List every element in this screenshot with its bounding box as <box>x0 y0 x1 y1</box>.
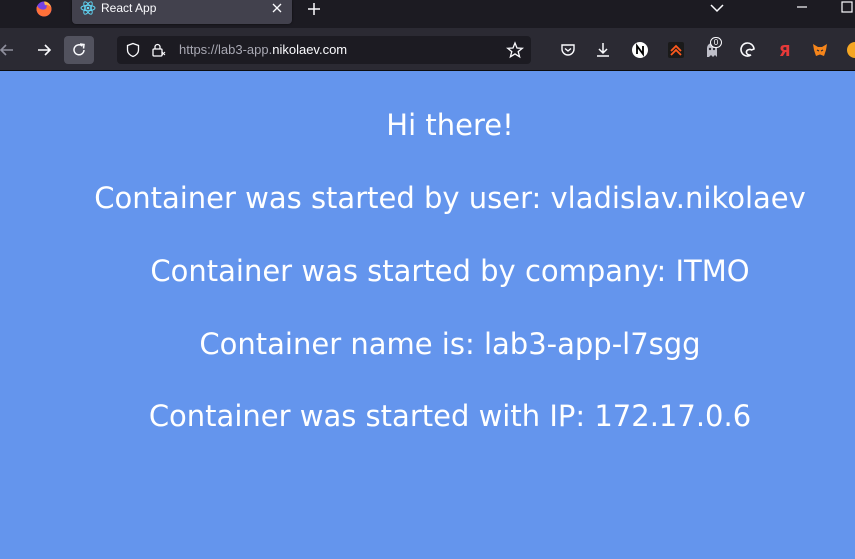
reload-button[interactable] <box>64 36 94 64</box>
overflow-icon[interactable] <box>846 41 855 59</box>
plus-icon[interactable] <box>305 0 323 18</box>
minimize-icon[interactable] <box>795 0 809 14</box>
url-text: https://lab3-app.nikolaev.com <box>179 42 347 57</box>
tab-react-app[interactable]: React App <box>72 0 292 24</box>
close-icon[interactable] <box>270 1 284 15</box>
tab-strip: React App <box>0 0 855 28</box>
address-bar[interactable]: https://lab3-app.nikolaev.com <box>117 36 531 64</box>
greeting-text: Hi there! <box>386 108 514 142</box>
navigation-toolbar: https://lab3-app.nikolaev.com 0 Я <box>0 28 855 71</box>
firefox-logo-icon[interactable] <box>35 0 53 18</box>
chevron-down-icon[interactable] <box>709 0 725 16</box>
react-logo-icon <box>80 1 96 15</box>
edge-icon[interactable] <box>739 41 757 59</box>
extension-badge: 0 <box>710 37 722 48</box>
download-icon[interactable] <box>594 41 612 59</box>
pocket-icon[interactable] <box>559 41 577 59</box>
notion-icon[interactable] <box>631 41 649 59</box>
back-icon <box>0 44 13 56</box>
url-host: nikolaev.com <box>272 42 348 57</box>
back-button[interactable] <box>0 36 22 64</box>
star-icon[interactable] <box>506 41 524 59</box>
chevrons-up-icon[interactable] <box>667 41 685 59</box>
url-prefix: https://lab3-app. <box>179 42 273 57</box>
user-line: Container was started by user: vladislav… <box>94 181 806 215</box>
tab-title: React App <box>101 1 157 15</box>
yandex-icon[interactable]: Я <box>775 41 793 59</box>
ip-line: Container was started with IP: 172.17.0.… <box>148 399 752 433</box>
shield-icon[interactable] <box>125 42 141 58</box>
page-content: Hi there! Container was started by user:… <box>0 71 855 559</box>
container-name-line: Container name is: lab3-app-l7sgg <box>199 327 701 361</box>
maximize-icon[interactable] <box>840 0 854 14</box>
reload-icon <box>73 43 85 56</box>
forward-icon <box>38 44 52 56</box>
forward-button[interactable] <box>29 36 59 64</box>
lock-icon[interactable] <box>150 42 166 58</box>
svg-text:Я: Я <box>779 42 791 59</box>
metamask-icon[interactable] <box>811 41 829 59</box>
company-line: Container was started by company: ITMO <box>150 254 750 288</box>
